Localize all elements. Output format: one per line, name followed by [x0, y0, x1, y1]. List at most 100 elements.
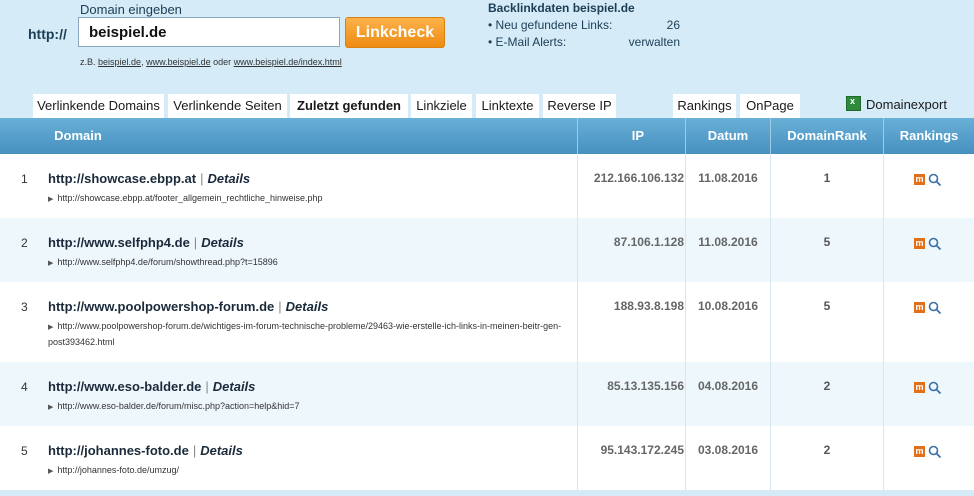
domainexport-label: Domainexport: [866, 97, 947, 112]
column-divider: [770, 154, 771, 218]
path-link[interactable]: http://www.selfphp4.de/forum/showthread.…: [57, 257, 277, 267]
ranking-m-icon[interactable]: m: [914, 382, 925, 394]
row-rankings: m: [914, 235, 942, 253]
row-ip[interactable]: 188.93.8.198: [578, 299, 684, 313]
example-link-3[interactable]: www.beispiel.de/index.html: [234, 57, 342, 67]
column-divider: [685, 426, 686, 490]
table-row: 4 http://www.eso-balder.de | Details ▶ http:/…: [0, 362, 974, 426]
domain-link[interactable]: http://www.eso-balder.de: [48, 379, 201, 394]
tab-linkziele[interactable]: Linkziele: [411, 94, 472, 118]
row-ip[interactable]: 85.13.135.156: [578, 379, 684, 393]
linkcheck-button[interactable]: Linkcheck: [345, 17, 445, 48]
tab-zuletzt-gefunden[interactable]: Zuletzt gefunden: [290, 94, 408, 118]
http-prefix: http://: [28, 26, 67, 42]
header-domainrank[interactable]: DomainRank: [771, 118, 883, 154]
triangle-right-icon: ▶: [48, 468, 54, 475]
tab-reverse-ip[interactable]: Reverse IP: [543, 94, 616, 118]
new-links-count[interactable]: 26: [667, 18, 680, 32]
magnifier-icon[interactable]: [928, 301, 942, 315]
path-link[interactable]: http://www.poolpowershop-forum.de/wichti…: [48, 321, 561, 347]
column-divider: [577, 426, 578, 490]
row-path: ▶ http://www.selfphp4.de/forum/showthread…: [48, 255, 568, 271]
header-datum[interactable]: Datum: [686, 118, 770, 154]
example-hint: z.B. beispiel.de, www.beispiel.de oder w…: [80, 57, 342, 67]
details-link[interactable]: Details: [201, 235, 244, 250]
column-divider: [770, 218, 771, 282]
header-panel: http:// Domain eingeben Linkcheck z.B. b…: [0, 0, 974, 118]
domainexport-button[interactable]: Domainexport: [846, 96, 947, 112]
header-ip[interactable]: IP: [578, 118, 684, 154]
triangle-right-icon: ▶: [48, 260, 54, 267]
row-index: 3: [21, 300, 28, 314]
column-divider: [577, 154, 578, 218]
ranking-m-icon[interactable]: m: [914, 174, 925, 186]
ranking-m-icon[interactable]: m: [914, 446, 925, 458]
row-rankings: m: [914, 379, 942, 397]
example-link-2[interactable]: www.beispiel.de: [146, 57, 211, 67]
table-header: Domain IP Datum DomainRank Rankings: [0, 118, 974, 154]
row-domain: http://www.poolpowershop-forum.de | Detail…: [48, 299, 328, 314]
details-link[interactable]: Details: [213, 379, 256, 394]
triangle-right-icon: ▶: [48, 404, 54, 411]
row-domainrank: 2: [823, 379, 831, 393]
row-domainrank: 1: [823, 171, 831, 185]
domain-link[interactable]: http://johannes-foto.de: [48, 443, 189, 458]
row-ip[interactable]: 212.166.106.132: [578, 171, 684, 185]
path-link[interactable]: http://showcase.ebpp.at/footer_allgemein…: [57, 193, 322, 203]
triangle-right-icon: ▶: [48, 196, 54, 203]
column-divider: [883, 218, 884, 282]
row-path: ▶ http://www.poolpowershop-forum.de/wicht…: [48, 319, 568, 350]
row-rankings: m: [914, 299, 942, 317]
row-domainrank: 2: [823, 443, 831, 457]
tab-verlinkende-seiten[interactable]: Verlinkende Seiten: [168, 94, 287, 118]
row-ip[interactable]: 87.106.1.128: [578, 235, 684, 249]
row-domainrank: 5: [823, 299, 831, 313]
magnifier-icon[interactable]: [928, 237, 942, 251]
backlink-data-title: Backlinkdaten beispiel.de: [488, 1, 635, 15]
tab-linktexte[interactable]: Linktexte: [476, 94, 539, 118]
ranking-m-icon[interactable]: m: [914, 302, 925, 314]
row-ip[interactable]: 95.143.172.245: [578, 443, 684, 457]
row-domainrank: 5: [823, 235, 831, 249]
domain-separator: |: [193, 235, 198, 250]
domain-link[interactable]: http://showcase.ebpp.at: [48, 171, 196, 186]
header-domain[interactable]: Domain: [48, 118, 108, 154]
domain-link[interactable]: http://www.selfphp4.de: [48, 235, 190, 250]
row-date: 11.08.2016: [698, 171, 758, 185]
example-link-1[interactable]: beispiel.de: [98, 57, 141, 67]
column-divider: [685, 218, 686, 282]
domain-link[interactable]: http://www.poolpowershop-forum.de: [48, 299, 274, 314]
tab-rankings[interactable]: Rankings: [673, 94, 736, 118]
path-link[interactable]: http://www.eso-balder.de/forum/misc.php?…: [57, 401, 299, 411]
details-link[interactable]: Details: [200, 443, 243, 458]
column-divider: [685, 282, 686, 362]
column-divider: [577, 282, 578, 362]
email-alerts-manage-link[interactable]: verwalten: [629, 35, 680, 49]
table-row: 2 http://www.selfphp4.de | Details ▶ http://w…: [0, 218, 974, 282]
magnifier-icon[interactable]: [928, 381, 942, 395]
header-rankings[interactable]: Rankings: [884, 118, 974, 154]
domain-input[interactable]: [78, 17, 340, 47]
row-rankings: m: [914, 171, 942, 189]
row-domain: http://www.selfphp4.de | Details: [48, 235, 244, 250]
magnifier-icon[interactable]: [928, 445, 942, 459]
column-divider: [685, 362, 686, 426]
details-link[interactable]: Details: [286, 299, 329, 314]
row-domain: http://johannes-foto.de | Details: [48, 443, 243, 458]
tab-onpage[interactable]: OnPage: [740, 94, 800, 118]
row-domain: http://showcase.ebpp.at | Details: [48, 171, 250, 186]
triangle-right-icon: ▶: [48, 324, 54, 331]
row-index: 5: [21, 444, 28, 458]
row-date: 03.08.2016: [697, 443, 759, 457]
details-link[interactable]: Details: [207, 171, 250, 186]
ranking-m-icon[interactable]: m: [914, 238, 925, 250]
domain-separator: |: [200, 171, 204, 186]
example-sep-1: ,: [141, 57, 144, 67]
tab-verlinkende-domains[interactable]: Verlinkende Domains: [33, 94, 164, 118]
email-alerts-label: • E-Mail Alerts:: [488, 35, 567, 49]
row-date: 04.08.2016: [697, 379, 759, 393]
table-row: 1 http://showcase.ebpp.at | Details ▶ http://…: [0, 154, 974, 218]
path-link[interactable]: http://johannes-foto.de/umzug/: [57, 465, 179, 475]
table-row: 5 http://johannes-foto.de | Details ▶ http://…: [0, 426, 974, 490]
magnifier-icon[interactable]: [928, 173, 942, 187]
